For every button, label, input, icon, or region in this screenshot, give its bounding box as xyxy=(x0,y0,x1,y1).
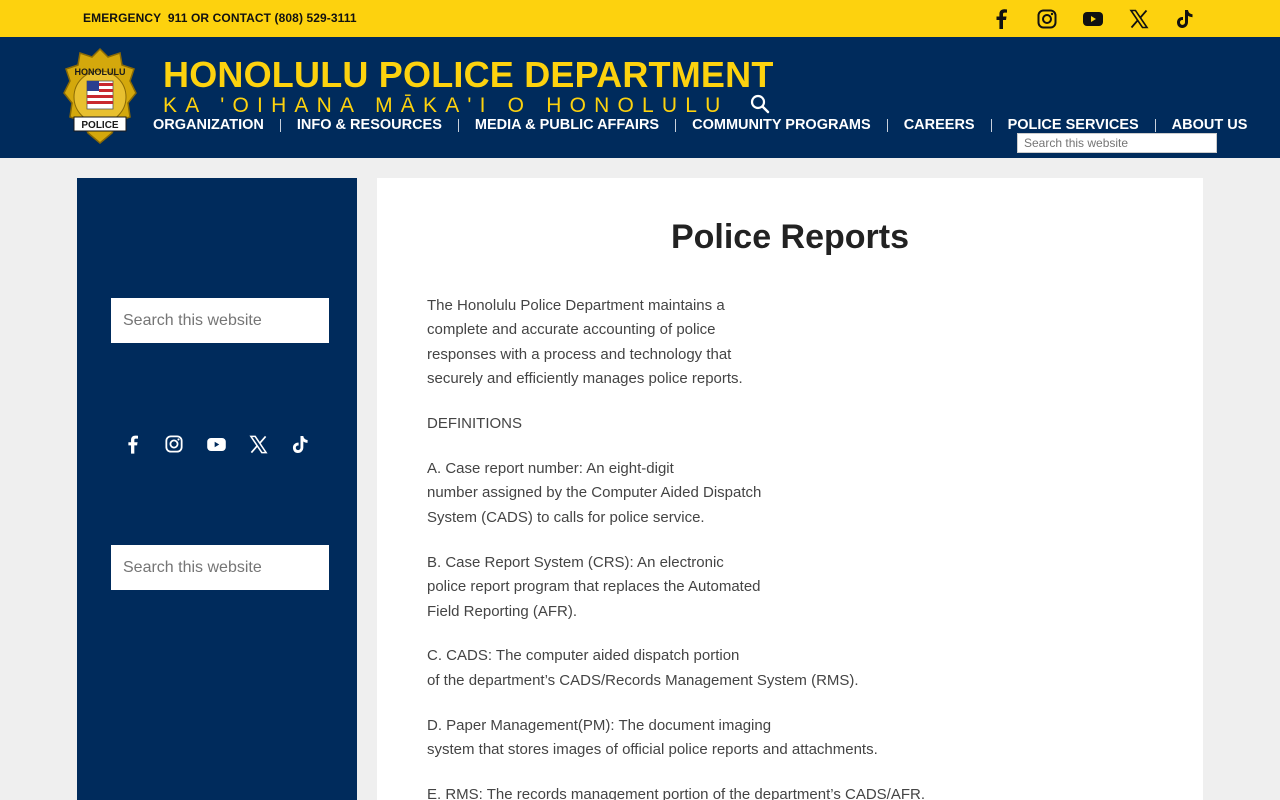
article-paragraph: C. CADS: The computer aided dispatch por… xyxy=(427,644,947,693)
search-icon[interactable] xyxy=(750,94,770,114)
nav-divider xyxy=(990,118,992,132)
main-content: Police Reports The Honolulu Police Depar… xyxy=(377,178,1203,800)
emergency-contact: EMERGENCY 911 OR CONTACT (808) 529-3111 xyxy=(83,11,357,25)
nav-item-about-us[interactable]: ABOUT US xyxy=(1172,117,1248,133)
sidebar xyxy=(77,178,357,800)
paragraph-line: securely and efficiently manages police … xyxy=(427,370,743,388)
paragraph-line: The Honolulu Police Department maintains… xyxy=(427,297,725,314)
tiktok-icon[interactable] xyxy=(1174,8,1196,30)
paragraph-line: of the department’s CADS/Records Managem… xyxy=(427,671,859,689)
article-paragraph: E. RMS: The records management portion o… xyxy=(427,783,947,800)
site-header: HONOLULU POLICE HONOLULU POLICE DEPARTME… xyxy=(0,37,1280,158)
facebook-icon[interactable] xyxy=(990,8,1012,30)
sidebar-social-links xyxy=(121,433,311,455)
paragraph-line: A. Case report number: An eight-digit xyxy=(427,460,674,478)
facebook-icon[interactable] xyxy=(121,433,143,455)
top-social-links xyxy=(990,8,1196,30)
tiktok-icon[interactable] xyxy=(289,433,311,455)
paragraph-line: System (CADS) to calls for police servic… xyxy=(427,508,705,526)
paragraph-line: number assigned by the Computer Aided Di… xyxy=(427,484,762,502)
article-paragraph: B. Case Report System (CRS): An electron… xyxy=(427,551,947,624)
nav-item-organization[interactable]: ORGANIZATION xyxy=(153,117,264,133)
nav-divider xyxy=(886,118,888,132)
paragraph-line: C. CADS: The computer aided dispatch por… xyxy=(427,647,740,665)
nav-item-police-services[interactable]: POLICE SERVICES xyxy=(1008,117,1139,133)
main-nav: ORGANIZATION INFO & RESOURCES MEDIA & PU… xyxy=(153,117,1247,133)
paragraph-line: B. Case Report System (CRS): An electron… xyxy=(427,553,724,571)
header-search-input[interactable] xyxy=(1017,133,1217,153)
nav-divider xyxy=(675,118,677,132)
nav-item-info-resources[interactable]: INFO & RESOURCES xyxy=(297,117,442,133)
sidebar-search-input[interactable] xyxy=(111,298,329,343)
nav-item-careers[interactable]: CAREERS xyxy=(904,117,975,133)
nav-item-community-programs[interactable]: COMMUNITY PROGRAMS xyxy=(692,117,871,133)
top-bar: EMERGENCY 911 OR CONTACT (808) 529-3111 xyxy=(0,0,1280,37)
nav-item-media-public-affairs[interactable]: MEDIA & PUBLIC AFFAIRS xyxy=(475,117,659,133)
paragraph-line: system that stores images of official po… xyxy=(427,741,878,759)
paragraph-line: D. Paper Management(PM): The document im… xyxy=(427,716,772,734)
youtube-icon[interactable] xyxy=(1082,8,1104,30)
article-paragraph: A. Case report number: An eight-digit num… xyxy=(427,457,947,530)
paragraph-line: police report program that replaces the … xyxy=(427,578,761,596)
nav-divider xyxy=(1154,118,1156,132)
youtube-icon[interactable] xyxy=(205,433,227,455)
article-paragraph: D. Paper Management(PM): The document im… xyxy=(427,714,947,763)
article-body: The Honolulu Police Department maintains… xyxy=(427,294,947,800)
sidebar-search-input-2[interactable] xyxy=(111,545,329,590)
nav-divider xyxy=(457,118,459,132)
nav-divider xyxy=(279,118,281,132)
instagram-icon[interactable] xyxy=(163,433,185,455)
x-icon[interactable] xyxy=(1128,8,1150,30)
paragraph-line: responses with a process and technology … xyxy=(427,345,732,363)
site-title[interactable]: HONOLULU POLICE DEPARTMENT xyxy=(163,54,774,96)
page-title: Police Reports xyxy=(670,218,910,256)
article-paragraph: DEFINITIONS xyxy=(427,412,947,436)
x-icon[interactable] xyxy=(247,433,269,455)
hpd-badge-logo[interactable]: HONOLULU POLICE xyxy=(62,47,138,147)
instagram-icon[interactable] xyxy=(1036,8,1058,30)
paragraph-line: E. RMS: The records management portion o… xyxy=(427,786,926,800)
svg-text:HONOLULU: HONOLULU xyxy=(75,67,126,77)
paragraph-line: complete and accurate accounting of poli… xyxy=(427,321,716,339)
svg-text:POLICE: POLICE xyxy=(81,120,119,131)
paragraph-line: DEFINITIONS xyxy=(427,415,523,433)
paragraph-line: Field Reporting (AFR). xyxy=(427,602,578,620)
article-paragraph: The Honolulu Police Department maintains… xyxy=(427,294,947,392)
site-subtitle: KA 'OIHANA MĀKA'I O HONOLULU xyxy=(163,94,729,117)
